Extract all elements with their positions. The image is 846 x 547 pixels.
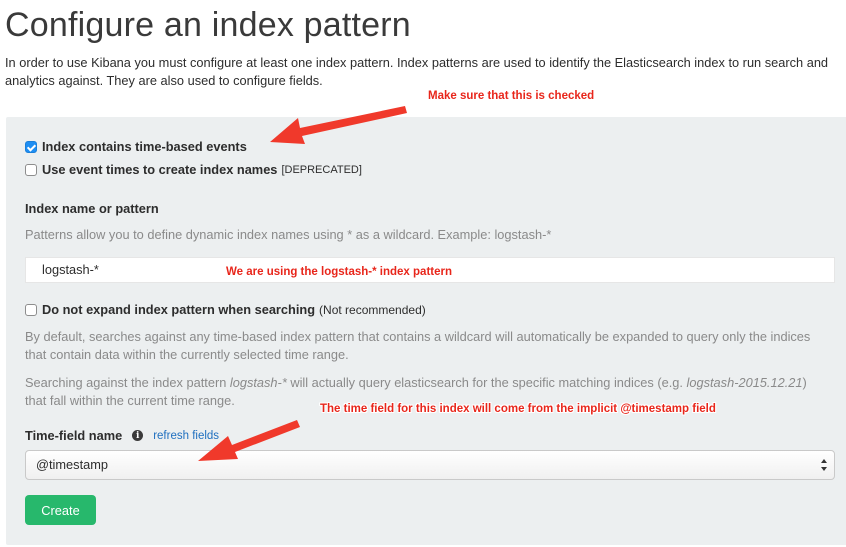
annotation-arrow-2-icon — [198, 420, 300, 461]
